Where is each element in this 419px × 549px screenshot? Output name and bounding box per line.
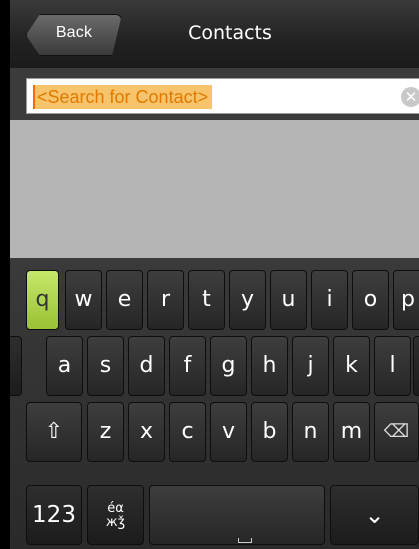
key-label: z [99, 419, 112, 444]
key-label: m [340, 419, 363, 444]
search-field[interactable]: <Search for Contact> ✕ [26, 78, 419, 114]
key-label: g [221, 353, 236, 378]
language-label-top: éα [107, 501, 124, 516]
key-label: h [262, 353, 277, 378]
key-label: e [117, 287, 132, 312]
key-b[interactable]: b [251, 402, 288, 462]
key-w[interactable]: w [65, 270, 102, 330]
key-label: x [139, 419, 154, 444]
key-label: r [160, 287, 171, 312]
hide-keyboard-icon: ⌄ [364, 501, 385, 529]
key-label: a [57, 353, 72, 378]
key-label: t [202, 287, 211, 312]
results-area [10, 120, 419, 258]
key-label: y [240, 287, 255, 312]
key-n[interactable]: n [292, 402, 329, 462]
key-a[interactable]: a [46, 336, 83, 396]
key-s[interactable]: s [87, 336, 124, 396]
search-input[interactable]: <Search for Contact> [33, 85, 213, 109]
key-label: q [35, 287, 50, 312]
key-label: o [363, 287, 378, 312]
key-label: j [307, 353, 314, 378]
key-i[interactable]: i [311, 270, 348, 330]
key-h[interactable]: h [251, 336, 288, 396]
hide-keyboard-key[interactable]: ⌄ [330, 485, 419, 545]
key-label: l [389, 353, 396, 378]
shift-key[interactable]: ⇧ [26, 402, 82, 462]
key-j[interactable]: j [292, 336, 329, 396]
backspace-key[interactable]: ⌫ [374, 402, 419, 462]
key-t[interactable]: t [188, 270, 225, 330]
key-edge-right [413, 336, 419, 396]
key-g[interactable]: g [210, 336, 247, 396]
key-r[interactable]: r [147, 270, 184, 330]
language-key[interactable]: éα жǯ [87, 485, 144, 545]
key-c[interactable]: c [169, 402, 206, 462]
language-label-bottom: жǯ [105, 515, 126, 530]
key-z[interactable]: z [87, 402, 124, 462]
key-label: v [221, 419, 236, 444]
key-label: s [99, 353, 112, 378]
key-edge-left [10, 336, 22, 396]
key-q[interactable]: q [26, 270, 59, 330]
key-p[interactable]: p [393, 270, 419, 330]
header-bar: Back Contacts [10, 0, 419, 69]
page-title: Contacts [188, 22, 272, 44]
key-f[interactable]: f [169, 336, 206, 396]
key-x[interactable]: x [128, 402, 165, 462]
key-label: d [139, 353, 154, 378]
key-label: i [326, 287, 333, 312]
key-k[interactable]: k [333, 336, 370, 396]
shift-icon: ⇧ [44, 419, 64, 444]
numbers-key[interactable]: 123 [26, 485, 82, 545]
key-y[interactable]: y [229, 270, 266, 330]
key-e[interactable]: e [106, 270, 143, 330]
key-d[interactable]: d [128, 336, 165, 396]
key-label: c [181, 419, 194, 444]
contacts-screen: Back Contacts <Search for Contact> ✕ q w… [10, 0, 419, 549]
key-v[interactable]: v [210, 402, 247, 462]
backspace-icon: ⌫ [383, 421, 410, 442]
key-l[interactable]: l [374, 336, 411, 396]
key-label: w [74, 287, 93, 312]
key-o[interactable]: o [352, 270, 389, 330]
key-label: n [303, 419, 318, 444]
keyboard: q w e r t y u i o p a s d f g h j k l ⇧ … [10, 258, 419, 549]
key-label: u [281, 287, 296, 312]
key-label: p [401, 287, 415, 312]
key-u[interactable]: u [270, 270, 307, 330]
numbers-key-label: 123 [32, 502, 76, 528]
space-key[interactable] [149, 485, 325, 545]
key-label: k [345, 353, 358, 378]
key-m[interactable]: m [333, 402, 370, 462]
key-label: f [183, 353, 192, 378]
key-label: b [262, 419, 277, 444]
search-bar: <Search for Contact> ✕ [10, 68, 419, 120]
back-button-label[interactable]: Back [44, 24, 104, 42]
space-icon [238, 538, 252, 543]
clear-icon[interactable]: ✕ [401, 87, 419, 107]
